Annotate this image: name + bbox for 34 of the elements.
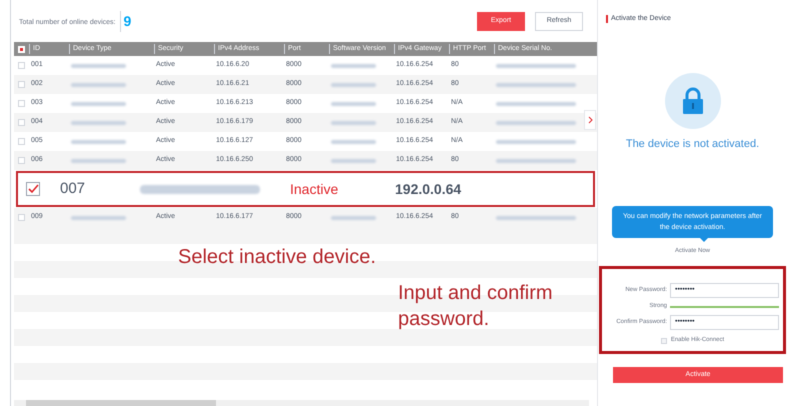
horizontal-scrollbar[interactable] [14,400,589,406]
blurred-text [331,158,376,162]
header-checkbox[interactable] [18,46,25,52]
blurred-text [331,64,376,68]
annotation-text: Select inactive device. [178,245,376,270]
blurred-text [71,216,126,220]
blurred-text [71,102,126,106]
selected-device-callout[interactable]: 007 Inactive 192.0.0.64 [16,171,595,207]
scrollbar-thumb[interactable] [26,400,216,406]
device-count: 9 [120,10,132,32]
row-checkbox[interactable] [26,182,40,196]
blurred-text [71,158,126,162]
row-checkbox[interactable] [18,62,25,69]
blurred-text [71,82,126,86]
security-status: Inactive [290,180,340,198]
blurred-text [71,140,126,144]
blurred-text [331,102,376,106]
row-checkbox[interactable] [18,138,25,145]
row-checkbox[interactable] [18,157,25,164]
row-checkbox[interactable] [18,81,25,88]
row-checkbox[interactable] [18,214,25,221]
blurred-text [331,120,376,124]
annotation-text: Input and confirm password. [398,281,554,332]
blurred-text [331,140,376,144]
blurred-text [331,216,376,220]
status-message: The device is not activated. [624,136,760,152]
blurred-text [71,64,126,68]
device-id: 007 [60,178,86,199]
row-checkbox[interactable] [18,119,25,126]
ip-address: 192.0.0.64 [395,180,462,198]
row-checkbox[interactable] [18,100,25,107]
checkbox[interactable] [660,338,667,344]
blurred-text [71,120,126,124]
blurred-text [331,82,376,86]
